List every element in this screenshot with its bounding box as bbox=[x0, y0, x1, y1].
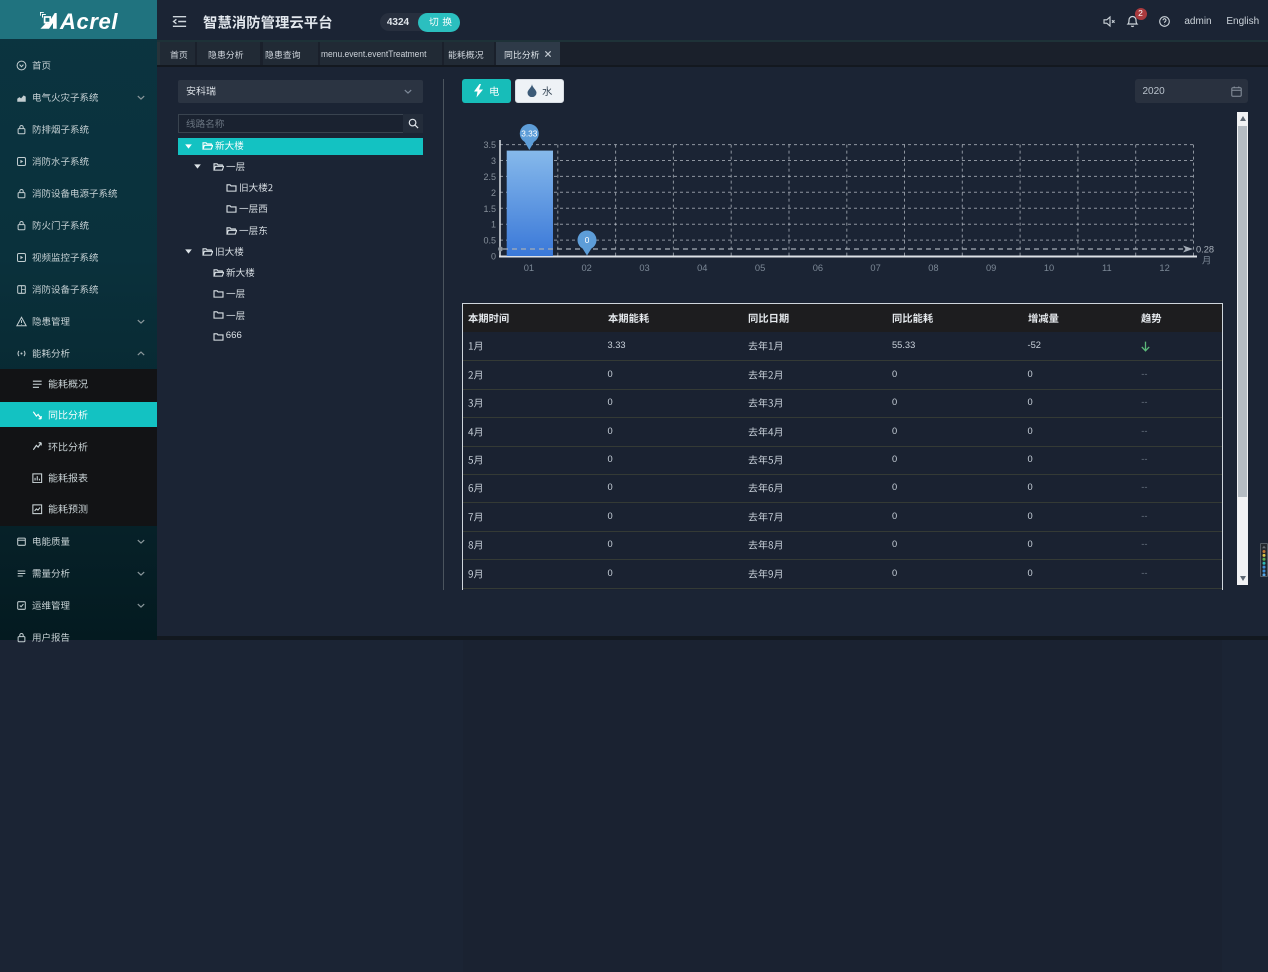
svg-text:1: 1 bbox=[491, 220, 496, 230]
svg-text:06: 06 bbox=[813, 263, 823, 273]
svg-text:12: 12 bbox=[1159, 263, 1169, 273]
svg-text:07: 07 bbox=[870, 263, 880, 273]
svg-text:08: 08 bbox=[928, 263, 938, 273]
svg-text:0: 0 bbox=[491, 252, 496, 262]
svg-text:04: 04 bbox=[697, 263, 707, 273]
svg-text:1.5: 1.5 bbox=[483, 204, 496, 214]
svg-text:3: 3 bbox=[491, 156, 496, 166]
svg-text:0: 0 bbox=[585, 235, 590, 245]
svg-text:11: 11 bbox=[1102, 263, 1112, 273]
svg-text:05: 05 bbox=[755, 263, 765, 273]
svg-text:0.5: 0.5 bbox=[483, 236, 496, 246]
svg-text:02: 02 bbox=[582, 263, 592, 273]
svg-text:03: 03 bbox=[639, 263, 649, 273]
svg-text:3.5: 3.5 bbox=[483, 140, 496, 150]
svg-text:09: 09 bbox=[986, 263, 996, 273]
svg-text:2: 2 bbox=[491, 188, 496, 198]
svg-text:10: 10 bbox=[1044, 263, 1054, 273]
svg-text:2.5: 2.5 bbox=[483, 172, 496, 182]
svg-text:3.33: 3.33 bbox=[521, 129, 538, 139]
svg-text:01: 01 bbox=[524, 263, 534, 273]
